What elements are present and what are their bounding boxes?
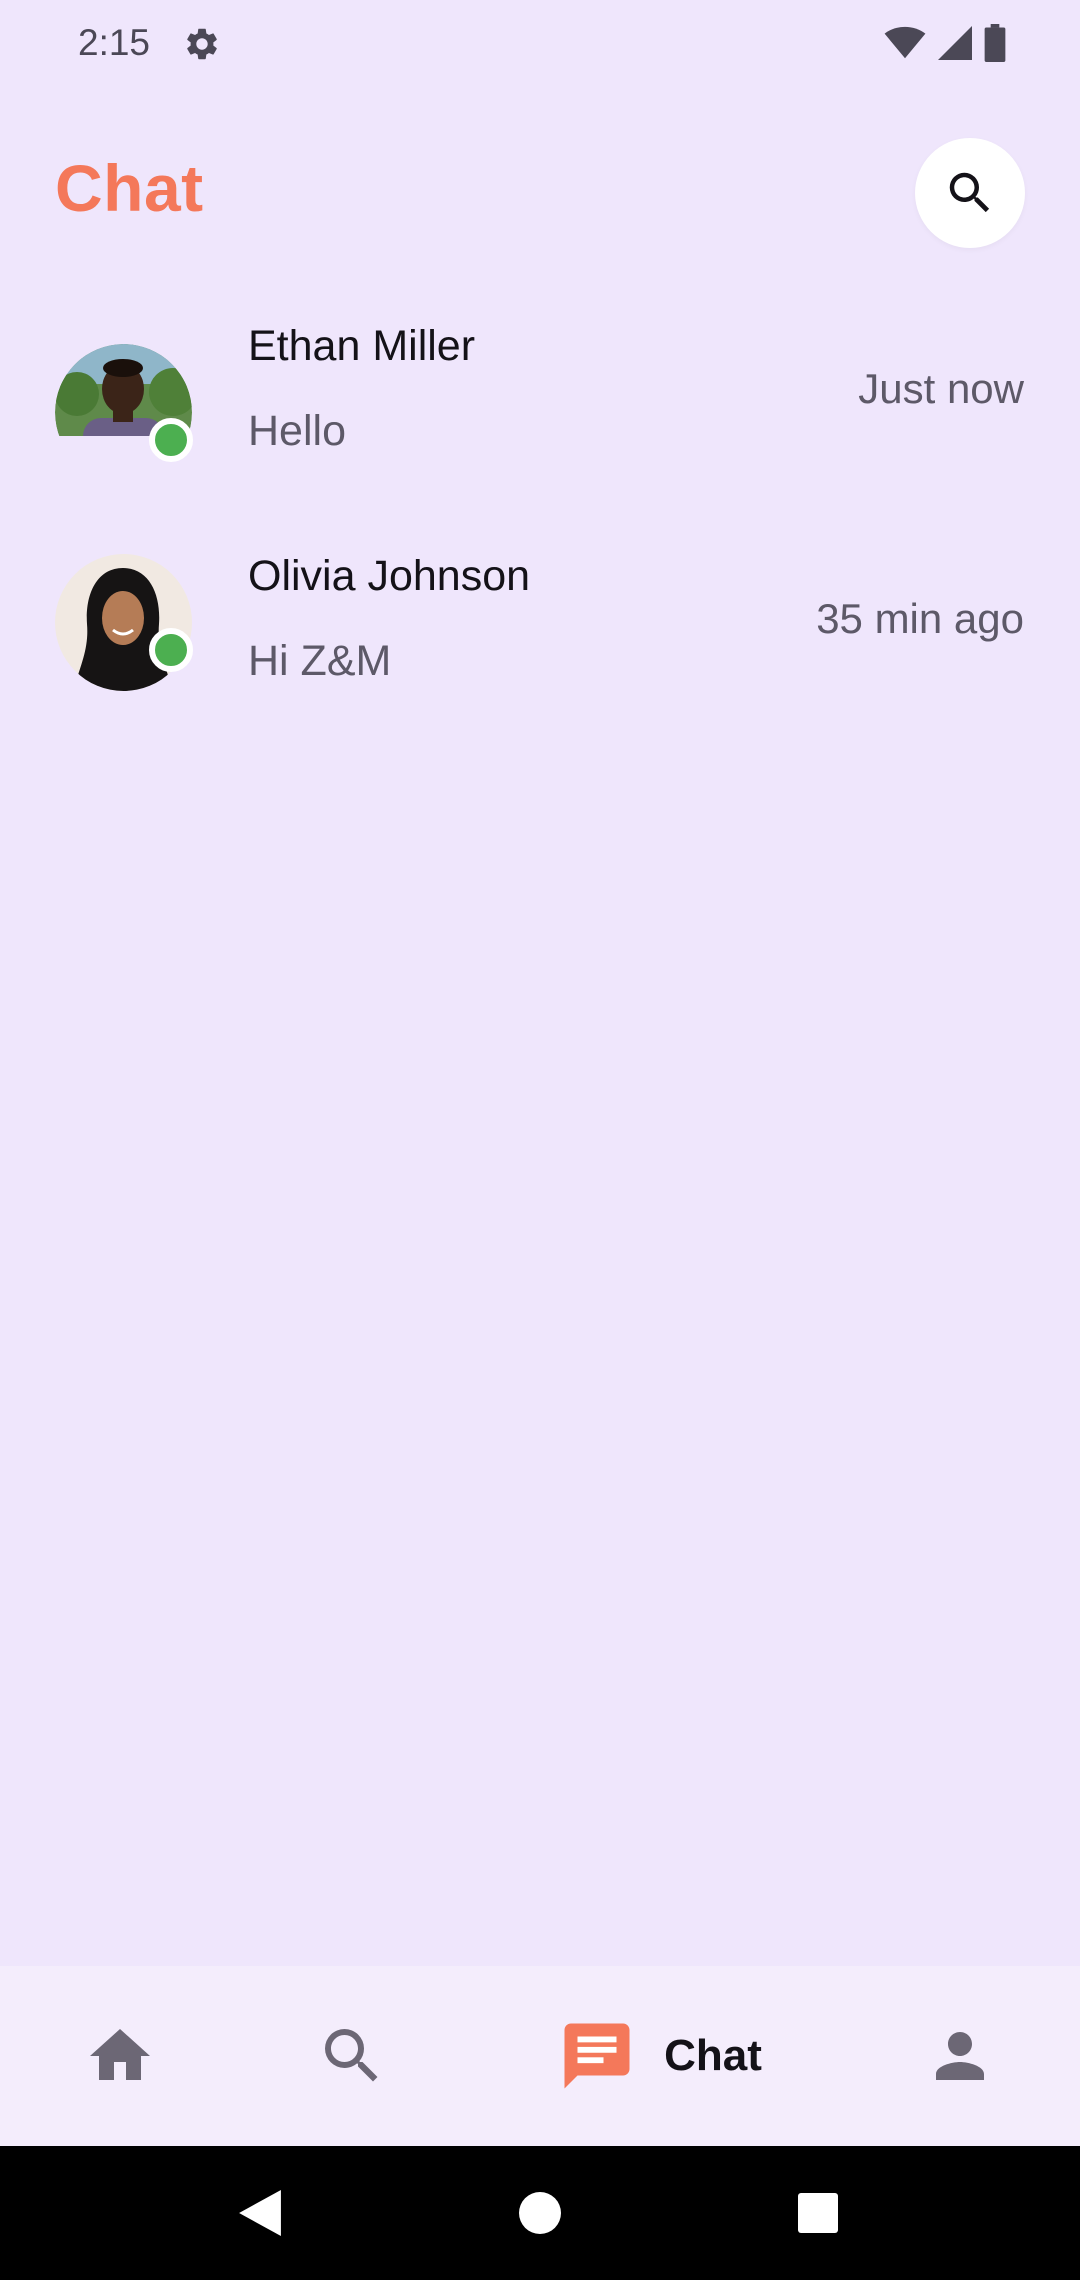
status-icons xyxy=(884,24,1006,62)
system-back-button[interactable] xyxy=(200,2146,320,2280)
avatar xyxy=(55,344,193,481)
avatar xyxy=(55,554,193,691)
status-time: 2:15 xyxy=(78,22,151,63)
system-navigation-bar xyxy=(0,2146,1080,2280)
person-icon xyxy=(936,2032,984,2080)
chat-name: Ethan Miller xyxy=(248,322,476,370)
nav-search[interactable] xyxy=(292,1966,412,2146)
gear-icon xyxy=(187,28,217,60)
bottom-navigation: Chat xyxy=(0,1966,1080,2146)
search-icon xyxy=(325,2029,378,2082)
chat-time: Just now xyxy=(858,365,1024,412)
wifi-icon xyxy=(884,26,926,59)
system-home-button[interactable] xyxy=(480,2146,600,2280)
nav-chat-label: Chat xyxy=(664,2031,762,2080)
chat-list-item[interactable]: Ethan Miller Hello Just now xyxy=(0,290,1080,490)
status-bar: 2:15 xyxy=(0,0,1080,88)
search-button[interactable] xyxy=(915,138,1025,248)
chat-preview: Hello xyxy=(248,407,346,455)
battery-icon xyxy=(984,24,1006,62)
online-status-dot xyxy=(149,628,193,672)
online-status-dot xyxy=(149,418,193,462)
nav-home[interactable] xyxy=(60,1966,180,2146)
chat-list-item[interactable]: Olivia Johnson Hi Z&M 35 min ago xyxy=(0,520,1080,720)
nav-chat[interactable]: Chat xyxy=(540,1966,780,2146)
search-icon xyxy=(949,172,990,213)
page-title: Chat xyxy=(55,151,204,225)
signal-icon xyxy=(938,26,972,60)
chat-name: Olivia Johnson xyxy=(248,552,531,600)
home-circle-icon xyxy=(519,2192,561,2234)
chat-preview: Hi Z&M xyxy=(248,637,392,685)
back-icon xyxy=(239,2190,281,2236)
recents-icon xyxy=(798,2193,838,2233)
chat-time: 35 min ago xyxy=(816,595,1024,642)
home-icon xyxy=(90,2029,150,2080)
nav-profile[interactable] xyxy=(900,1966,1020,2146)
system-recents-button[interactable] xyxy=(758,2146,878,2280)
chat-icon xyxy=(564,2023,630,2089)
